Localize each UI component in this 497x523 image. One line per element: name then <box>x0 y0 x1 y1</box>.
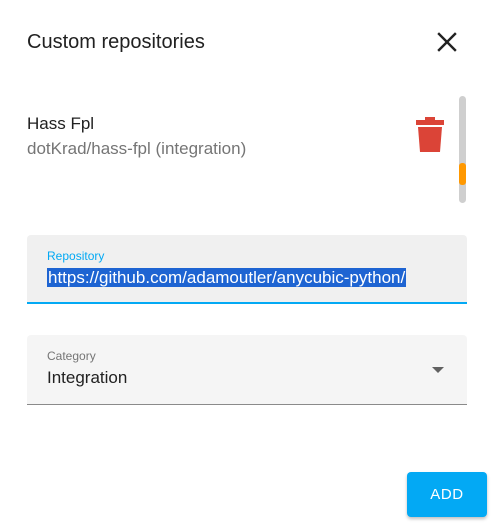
close-button[interactable] <box>432 27 462 57</box>
category-select[interactable]: Category Integration <box>27 335 467 405</box>
scrollbar-thumb[interactable] <box>459 163 466 185</box>
dialog-title: Custom repositories <box>27 31 205 53</box>
trash-icon <box>416 117 444 152</box>
category-value: Integration <box>47 368 128 387</box>
repository-selected-text: https://github.com/adamoutler/anycubic-p… <box>47 268 407 287</box>
add-button[interactable]: ADD <box>407 472 487 517</box>
repository-input[interactable]: Repository https://github.com/adamoutler… <box>27 235 467 304</box>
repository-name: Hass Fpl <box>27 114 95 133</box>
repository-value[interactable]: https://github.com/adamoutler/anycubic-p… <box>47 267 407 289</box>
category-label: Category <box>47 349 96 363</box>
custom-repositories-dialog: Custom repositories Hass Fpl dotKrad/has… <box>0 0 497 523</box>
close-icon <box>437 32 457 52</box>
repository-list-scrollbar[interactable] <box>459 96 466 203</box>
delete-repository-button[interactable] <box>410 115 450 155</box>
dropdown-arrow-icon[interactable] <box>431 365 445 375</box>
repository-list: Hass Fpl dotKrad/hass-fpl (integration) <box>0 90 470 205</box>
repository-subtitle: dotKrad/hass-fpl (integration) <box>27 139 247 158</box>
repository-label: Repository <box>47 249 105 263</box>
